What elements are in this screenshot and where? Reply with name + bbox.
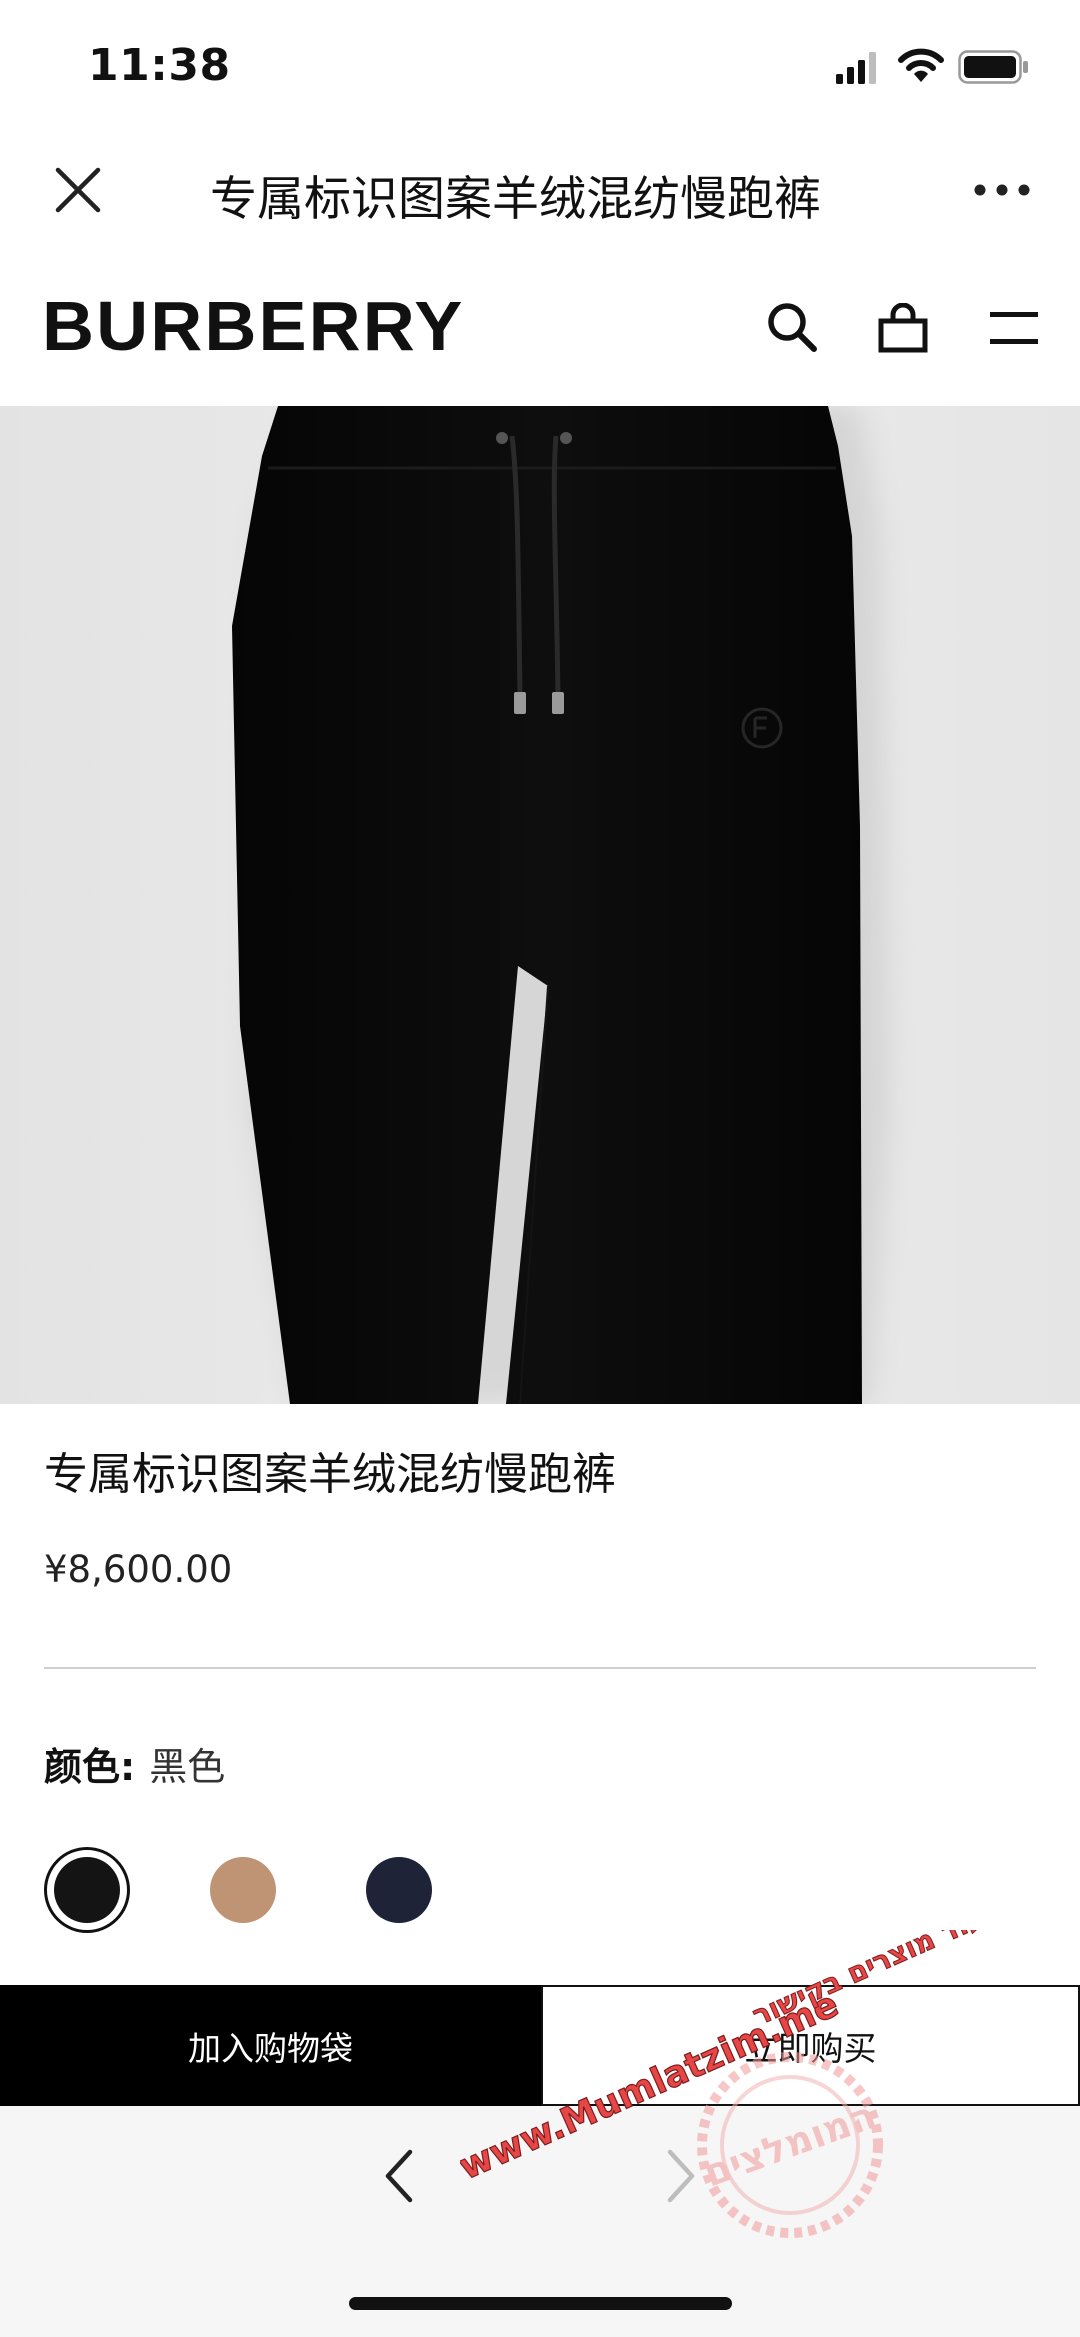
page-title: 专属标识图案羊绒混纺慢跑裤 — [210, 172, 821, 227]
color-selection-row: 颜色: 黑色 — [44, 1736, 225, 1791]
color-swatch-navy[interactable] — [366, 1857, 432, 1923]
product-price: ¥8,600.00 — [44, 1548, 233, 1591]
hamburger-menu-icon — [990, 312, 1038, 344]
more-options-button[interactable] — [974, 182, 1030, 198]
color-swatch-black[interactable] — [44, 1847, 130, 1933]
battery-icon — [958, 50, 1030, 84]
more-dots-icon — [974, 184, 1030, 196]
search-icon — [768, 303, 817, 352]
signal-icon — [836, 52, 880, 84]
product-name: 专属标识图案羊绒混纺慢跑裤 — [44, 1449, 616, 1500]
chevron-left-icon — [385, 2149, 413, 2203]
buy-now-button[interactable]: 立即购买 — [541, 1985, 1080, 2106]
color-label: 颜色: — [44, 1745, 136, 1789]
shopping-bag-icon — [878, 302, 928, 353]
close-icon — [55, 167, 101, 213]
add-to-bag-button[interactable]: 加入购物袋 — [0, 1985, 541, 2106]
menu-button[interactable] — [990, 310, 1038, 346]
back-button[interactable] — [380, 2148, 420, 2204]
selected-color-value: 黑色 — [149, 1745, 226, 1789]
swatch-fill — [54, 1857, 120, 1923]
home-indicator[interactable] — [349, 2297, 732, 2310]
search-button[interactable] — [766, 301, 818, 353]
color-swatch-camel[interactable] — [210, 1857, 276, 1923]
wifi-icon — [898, 48, 944, 84]
brand-logo[interactable]: BURBERRY — [42, 286, 464, 366]
close-button[interactable] — [50, 162, 106, 218]
chevron-right-icon — [667, 2149, 695, 2203]
forward-button[interactable] — [660, 2148, 700, 2204]
product-image[interactable] — [0, 406, 1080, 1404]
shopping-bag-button[interactable] — [878, 302, 928, 353]
divider — [44, 1667, 1036, 1669]
status-time: 11:38 — [88, 40, 231, 91]
